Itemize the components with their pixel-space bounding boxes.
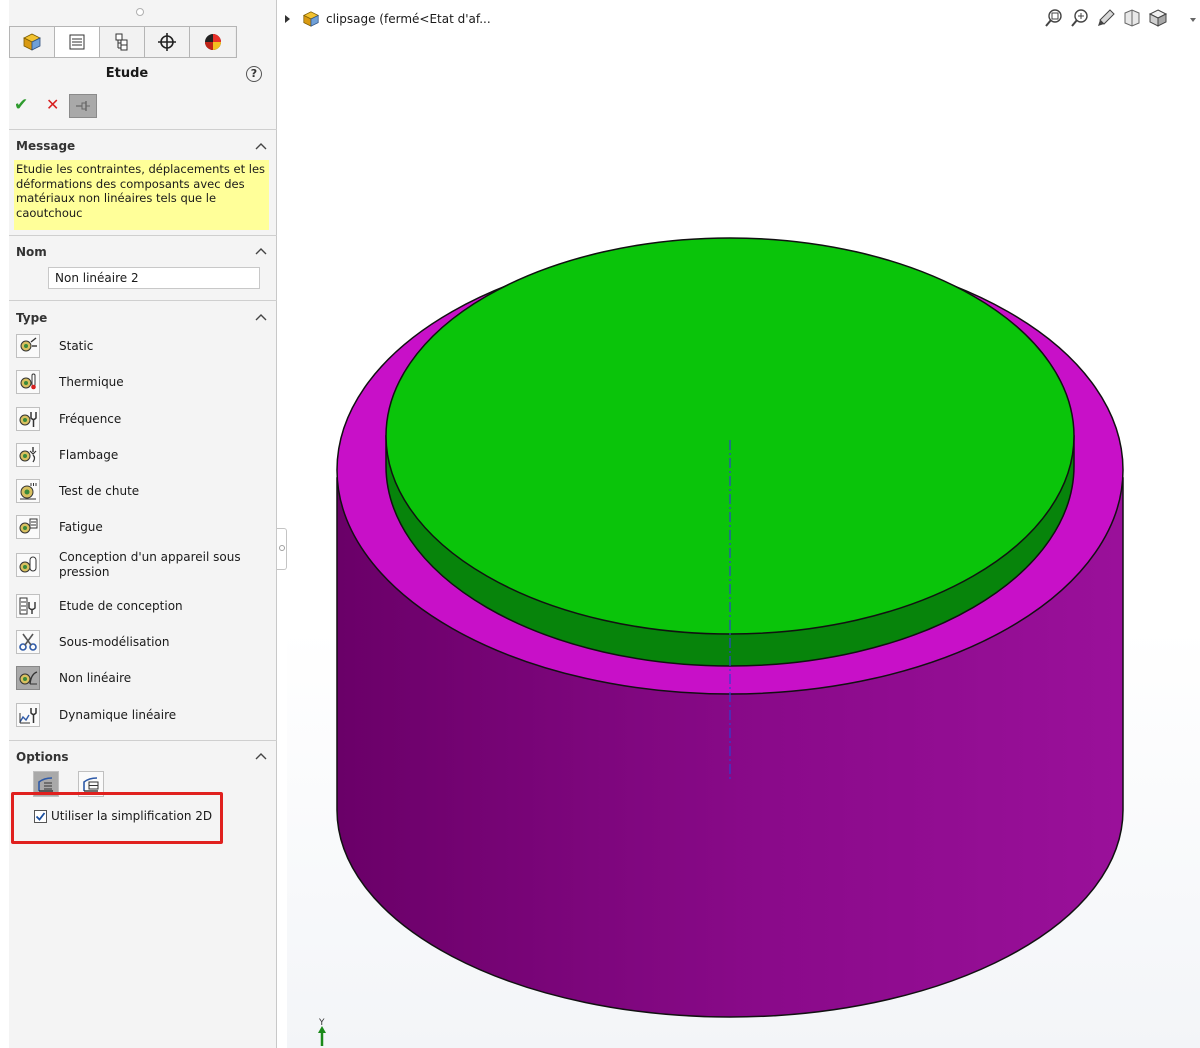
submodeling-study-icon xyxy=(16,630,40,654)
message-section-header[interactable]: Message xyxy=(16,139,75,153)
property-manager-icon xyxy=(69,34,85,50)
study-type-label: Test de chute xyxy=(59,483,140,498)
study-type-label: Non linéaire xyxy=(59,670,132,685)
manager-tab-strip xyxy=(9,26,237,58)
ok-button[interactable]: ✔ xyxy=(14,96,32,114)
nonlinear-study-icon xyxy=(16,666,40,690)
tab-property-manager[interactable] xyxy=(55,27,100,57)
study-type-frequency[interactable]: Fréquence xyxy=(16,404,271,434)
chevron-up-icon[interactable] xyxy=(255,752,267,760)
study-type-label: Thermique xyxy=(59,374,124,389)
display-manager-icon xyxy=(204,34,221,50)
chevron-up-icon[interactable] xyxy=(255,142,267,150)
part-cube-icon xyxy=(23,33,41,51)
study-type-pressure-vessel[interactable]: Conception d'un appareil sous pression xyxy=(16,549,271,581)
study-type-label: Fréquence xyxy=(59,411,122,426)
page-title: Etude xyxy=(105,66,149,81)
panel-splitter-handle[interactable] xyxy=(277,528,287,570)
study-type-label: Dynamique linéaire xyxy=(59,707,177,722)
dimxpert-icon xyxy=(158,33,176,51)
name-section-header[interactable]: Nom xyxy=(16,245,47,259)
options-section-header[interactable]: Options xyxy=(16,750,69,764)
configuration-manager-icon xyxy=(115,33,128,51)
use-2d-simplification-checkbox[interactable] xyxy=(34,810,47,823)
triad-y-label: Y xyxy=(318,1018,325,1028)
study-type-buckling[interactable]: Flambage xyxy=(16,440,271,470)
study-type-label: Sous-modélisation xyxy=(59,634,170,649)
checkmark-icon xyxy=(35,812,46,821)
frequency-study-icon xyxy=(16,407,40,431)
pressure-vessel-study-icon xyxy=(16,553,40,577)
help-icon[interactable]: ? xyxy=(246,66,262,82)
study-type-label: Conception d'un appareil sous pression xyxy=(59,550,241,579)
section-divider xyxy=(9,300,277,301)
cancel-button[interactable]: ✕ xyxy=(46,96,64,114)
tab-dimxpert-manager[interactable] xyxy=(145,27,190,57)
panel-grip-handle[interactable] xyxy=(136,8,144,16)
linear-dynamic-study-icon xyxy=(16,703,40,727)
pushpin-icon xyxy=(76,101,90,111)
tab-configuration-manager[interactable] xyxy=(100,27,145,57)
study-type-label: Static xyxy=(59,338,94,353)
tab-feature-manager[interactable] xyxy=(10,27,55,57)
study-type-linear-dynamic[interactable]: Dynamique linéaire xyxy=(16,700,271,730)
3d-model-view xyxy=(336,237,1124,1018)
2d-simplification-icon xyxy=(38,777,53,792)
study-type-submodeling[interactable]: Sous-modélisation xyxy=(16,627,271,657)
use-2d-simplification-label[interactable]: Utiliser la simplification 2D xyxy=(51,809,212,823)
thermal-study-icon xyxy=(16,370,40,394)
design-study-icon xyxy=(16,594,40,618)
chevron-up-icon[interactable] xyxy=(255,313,267,321)
static-study-icon xyxy=(16,334,40,358)
type-section-header[interactable]: Type xyxy=(16,311,47,325)
study-type-label: Fatigue xyxy=(59,519,103,534)
study-type-design-study[interactable]: Etude de conception xyxy=(16,591,271,621)
section-divider xyxy=(9,740,277,741)
drop-test-study-icon xyxy=(16,479,40,503)
study-name-input[interactable] xyxy=(48,267,260,289)
study-type-label: Etude de conception xyxy=(59,598,183,613)
section-divider xyxy=(9,235,277,236)
coordinate-triad: Y xyxy=(318,1018,326,1046)
study-type-drop-test[interactable]: Test de chute xyxy=(16,476,271,506)
section-divider xyxy=(9,129,277,130)
plane-section-icon xyxy=(83,777,99,792)
study-type-fatigue[interactable]: Fatigue xyxy=(16,512,271,542)
study-type-label: Flambage xyxy=(59,447,119,462)
fatigue-study-icon xyxy=(16,515,40,539)
study-type-thermal[interactable]: Thermique xyxy=(16,367,271,397)
study-type-nonlinear[interactable]: Non linéaire xyxy=(16,663,271,693)
pin-button[interactable] xyxy=(69,94,97,118)
property-manager-panel: Etude ? ✔ ✕ Message Etudie les contraint… xyxy=(9,0,277,1048)
study-type-static[interactable]: Static xyxy=(16,331,271,361)
buckling-study-icon xyxy=(16,443,40,467)
tab-display-manager[interactable] xyxy=(190,27,235,57)
chevron-up-icon[interactable] xyxy=(255,247,267,255)
message-text: Etudie les contraintes, déplacements et … xyxy=(14,160,269,230)
